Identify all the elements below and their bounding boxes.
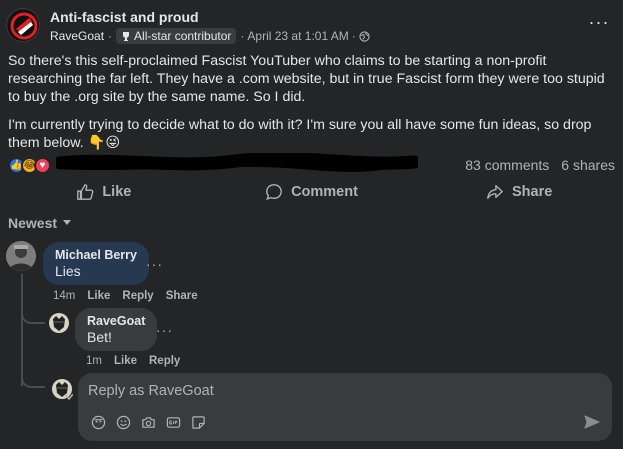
reply-more-button[interactable]: ··· xyxy=(156,322,173,338)
contributor-badge: All-star contributor xyxy=(116,28,237,44)
reply-input[interactable] xyxy=(88,380,588,402)
reply-like-link[interactable]: Like xyxy=(114,355,137,367)
share-label: Share xyxy=(512,184,553,200)
comment-more-button[interactable]: ··· xyxy=(146,256,163,272)
avatar[interactable] xyxy=(49,313,69,333)
comment-time[interactable]: 14m xyxy=(53,290,75,302)
send-icon[interactable] xyxy=(584,414,600,430)
share-button[interactable]: Share xyxy=(415,179,623,205)
trophy-icon xyxy=(123,32,130,41)
meta-dot: · xyxy=(108,29,113,43)
comment-reply-link[interactable]: Reply xyxy=(122,290,153,302)
post-paragraph-2: I'm currently trying to decide what to d… xyxy=(8,117,592,151)
emoji-icon xyxy=(116,415,130,429)
sticker-icon xyxy=(191,415,205,429)
meta-dot: · xyxy=(351,29,356,43)
like-label: Like xyxy=(102,184,132,200)
badge-label: All-star contributor xyxy=(134,29,232,43)
reply-bubble: RaveGoat Bet! xyxy=(75,308,158,351)
avatar-sticker-button[interactable] xyxy=(90,414,106,430)
reply-time[interactable]: 1m xyxy=(86,355,102,367)
caret-down-icon xyxy=(63,220,72,225)
camera-button[interactable] xyxy=(140,414,156,430)
comment-text: Lies xyxy=(55,263,81,279)
post-timestamp[interactable]: April 23 at 1:01 AM xyxy=(247,29,348,43)
camera-icon xyxy=(141,416,155,428)
shares-count[interactable]: 6 shares xyxy=(561,157,615,173)
sticker-button[interactable] xyxy=(190,414,206,430)
thread-branch xyxy=(21,370,45,388)
post-body: So there's this self-proclaimed Fascist … xyxy=(8,52,620,162)
gif-icon xyxy=(166,416,180,428)
comment-like-link[interactable]: Like xyxy=(87,290,110,302)
engagement-counts: 83 comments 6 shares xyxy=(465,157,615,173)
love-reaction-icon: ♥ xyxy=(34,156,51,174)
antifa-logo-icon xyxy=(8,10,39,41)
thumbs-up-icon xyxy=(77,184,94,200)
comment-share-link[interactable]: Share xyxy=(166,290,198,302)
sort-label: Newest xyxy=(8,215,58,231)
commenter-photo xyxy=(6,241,36,271)
redaction-scribble xyxy=(56,153,418,172)
comment-button[interactable]: Comment xyxy=(208,179,416,205)
comment-bubble: Michael Berry Lies xyxy=(43,242,149,285)
post-action-bar: Like Comment Share xyxy=(0,179,623,205)
account-switch-chevron-icon[interactable] xyxy=(65,394,73,400)
emoji-button[interactable] xyxy=(115,414,131,430)
like-button[interactable]: Like xyxy=(0,179,208,205)
reaction-icons[interactable]: 👍 😂 ♥ xyxy=(8,156,51,174)
globe-icon xyxy=(359,30,370,42)
reply-meta: 1m Like Reply xyxy=(86,355,180,367)
thread-branch xyxy=(21,306,45,324)
commenter-name[interactable]: Michael Berry xyxy=(55,248,137,262)
group-avatar[interactable] xyxy=(6,8,40,42)
meta-dot: · xyxy=(240,29,245,43)
avatar-sticker-icon xyxy=(91,415,105,429)
comment-sort-dropdown[interactable]: Newest xyxy=(8,215,72,231)
comment-meta: 14m Like Reply Share xyxy=(53,290,198,302)
comment-bubble-icon xyxy=(266,184,282,201)
post-more-button[interactable]: ··· xyxy=(587,12,611,32)
reply-text: Bet! xyxy=(87,329,112,345)
reply-reply-link[interactable]: Reply xyxy=(149,355,180,367)
post-paragraph-1: So there's this self-proclaimed Fascist … xyxy=(8,53,605,105)
share-arrow-icon xyxy=(487,185,503,199)
avatar[interactable] xyxy=(6,241,36,271)
comment-label: Comment xyxy=(291,184,358,200)
comments-count[interactable]: 83 comments xyxy=(465,157,549,173)
post-meta: RaveGoat · All-star contributor · April … xyxy=(50,28,370,44)
replier-name[interactable]: RaveGoat xyxy=(87,314,145,328)
author-name[interactable]: RaveGoat xyxy=(50,29,104,43)
composer-tools xyxy=(90,414,206,430)
goat-avatar-icon xyxy=(49,313,69,333)
gif-button[interactable] xyxy=(165,414,181,430)
group-name[interactable]: Anti-fascist and proud xyxy=(50,9,199,25)
